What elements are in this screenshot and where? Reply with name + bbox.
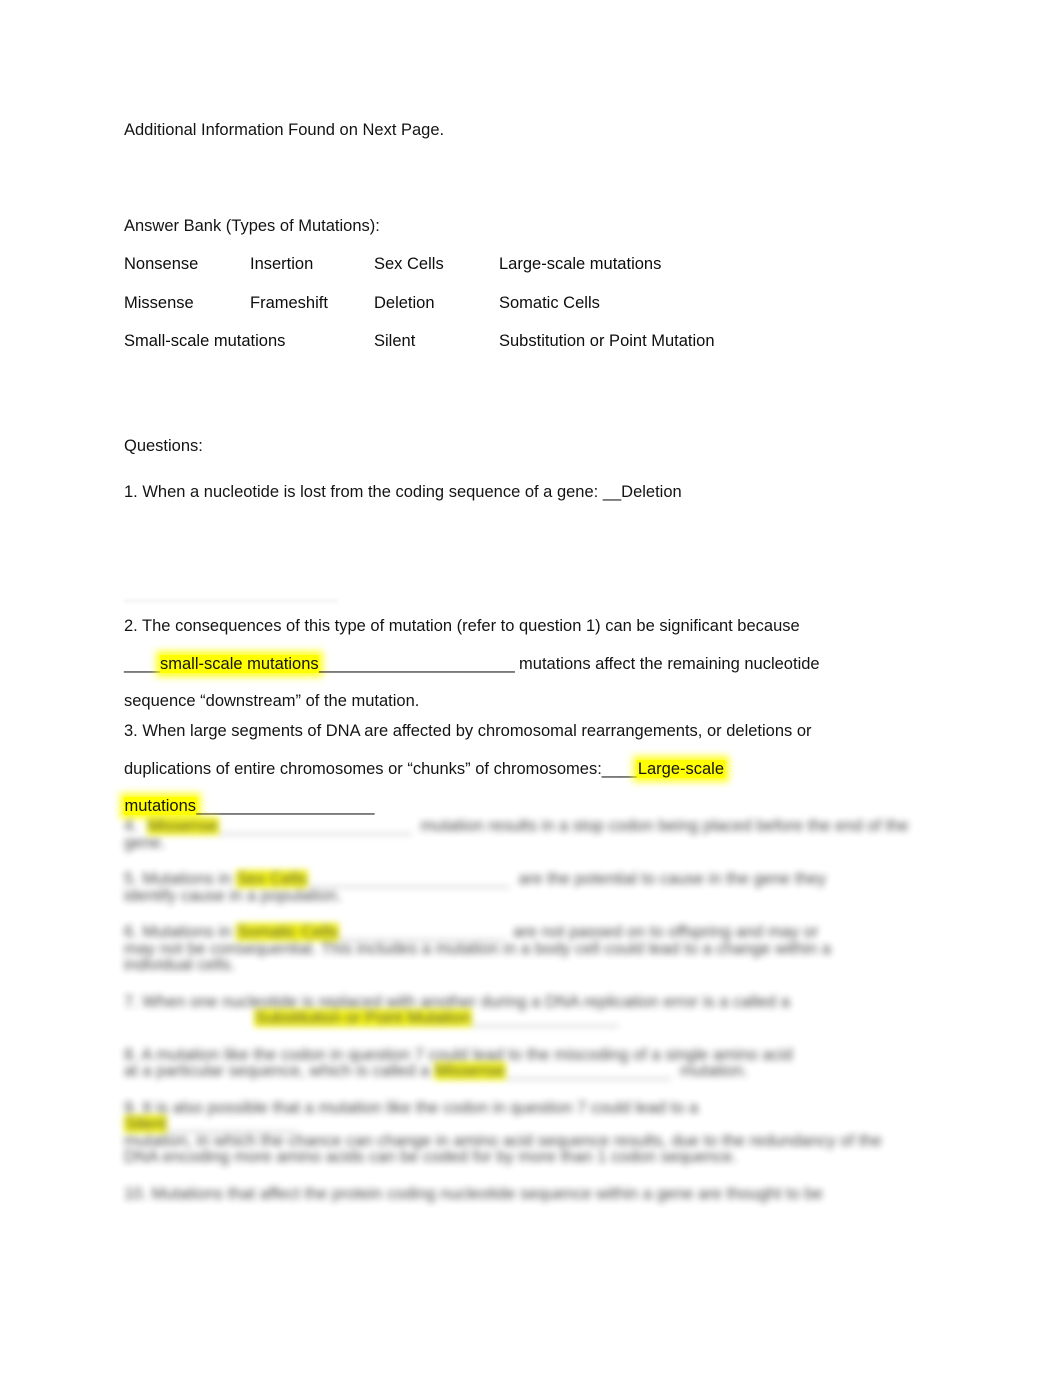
question-3-line-1: 3. When large segments of DNA are affect… <box>124 722 812 740</box>
question-1-text: When a nucleotide is lost from the codin… <box>142 483 682 501</box>
redacted-highlight: Missense <box>434 1062 506 1080</box>
redacted-tail-2: identify cause in a population. <box>124 886 342 905</box>
question-2-blank-lead: ____ <box>124 654 160 673</box>
redacted-highlight: Missense <box>146 817 219 835</box>
redacted-lead: 8. A mutation like the codon in question… <box>124 1045 793 1064</box>
redacted-lead: 5. Mutations in <box>124 870 236 888</box>
question-1: 1. When a nucleotide is lost from the co… <box>124 484 924 501</box>
question-2-line-3: sequence “downstream” of the mutation. <box>124 692 420 710</box>
redacted-tail-2: mutation. <box>680 1062 748 1080</box>
redacted-blank: __________________ <box>505 1062 681 1080</box>
redacted-tail: mutation, in which the chance can change… <box>124 1131 882 1150</box>
question-3-line-2: duplications of entire chromosomes or “c… <box>124 759 924 778</box>
header-note: Additional Information Found on Next Pag… <box>124 121 445 139</box>
redacted-highlight: Somatic Cells <box>235 923 339 941</box>
answer-bank-row: Small-scale mutations Silent Substitutio… <box>124 333 924 350</box>
redacted-lead: 6. Mutations in <box>124 923 236 941</box>
redacted-lead: 10. Mutations that affect the protein co… <box>124 1184 823 1203</box>
redacted-blank: _____________________ <box>218 817 421 835</box>
redacted-line: 5. Mutations in Sex Cells_______________… <box>124 870 924 905</box>
answer-bank-cell: Missense <box>124 293 194 312</box>
answer-bank-cell: Somatic Cells <box>499 293 600 312</box>
redacted-blank: __________________ <box>338 923 514 941</box>
redacted-line: 10. Mutations that affect the protein co… <box>124 1184 924 1203</box>
redacted-lead: 4. <box>124 817 147 835</box>
redacted-highlight: Sex Cells <box>235 870 308 888</box>
faint-horizontal-rule <box>124 600 338 602</box>
redacted-tail: are not passed on to offspring and may o… <box>513 923 819 941</box>
redacted-highlight: Substitution or Point Mutation <box>254 1009 472 1027</box>
answer-bank-cell: Insertion <box>250 255 314 273</box>
redacted-line: 8. A mutation like the codon in question… <box>124 1045 924 1080</box>
question-1-number: 1. <box>124 483 138 501</box>
redacted-blank: ______________________ <box>307 870 519 888</box>
redacted-lead: 7. When one nucleotide is replaced with … <box>124 992 790 1011</box>
document-content: Additional Information Found on Next Pag… <box>124 122 924 522</box>
question-3-blank-trail: ____________________ <box>196 797 375 815</box>
answer-bank-row: Missense Frameshift Deletion Somatic Cel… <box>124 293 924 312</box>
answer-bank-title: Answer Bank (Types of Mutations): <box>124 216 380 235</box>
redacted-blank: ______________ <box>167 1115 296 1133</box>
redacted-lead: 9. It is also possible that a mutation l… <box>124 1098 699 1117</box>
question-2-blank-trail: ______________________ <box>319 654 515 673</box>
answer-bank-cell: Substitution or Point Mutation <box>499 332 715 350</box>
answer-bank-cell: Sex Cells <box>374 255 444 273</box>
redacted-line: 6. Mutations in Somatic Cells___________… <box>124 923 924 974</box>
redacted-line: 7. When one nucleotide is replaced with … <box>124 992 924 1027</box>
redacted-line: 4. Missense_____________________ mutatio… <box>124 817 924 851</box>
redacted-content-region: 4. Missense_____________________ mutatio… <box>124 817 924 1363</box>
answer-bank-cell: Large-scale mutations <box>499 255 662 273</box>
redacted-tail: are the potential to cause in the gene t… <box>518 870 826 888</box>
question-2-answer: small-scale mutations <box>159 654 320 673</box>
questions-heading: Questions: <box>124 436 203 455</box>
question-3-answer-part1: Large-scale <box>637 759 725 778</box>
answer-bank-cell: Small-scale mutations <box>124 332 286 350</box>
question-2-line-1: 2. The consequences of this type of muta… <box>124 617 800 635</box>
answer-bank-cell: Frameshift <box>250 293 328 312</box>
redacted-blank: ________________ <box>471 1009 619 1027</box>
redacted-line: 9. It is also possible that a mutation l… <box>124 1098 924 1166</box>
redacted-tail-2: may not be consequential. This includes … <box>124 939 831 958</box>
answer-bank-row: Nonsense Insertion Sex Cells Large-scale… <box>124 256 924 273</box>
question-3-line-2-lead: duplications of entire chromosomes or “c… <box>124 759 602 778</box>
answer-bank-cell: Nonsense <box>124 255 199 273</box>
answer-bank-cell: Silent <box>374 332 416 350</box>
question-2-block: 2. The consequences of this type of muta… <box>124 618 924 731</box>
question-3-line-3: mutations____________________ <box>124 797 924 815</box>
question-2-line-2: ____small-scale mutations_______________… <box>124 654 924 673</box>
question-3-blank-lead: ____ <box>601 759 638 778</box>
redacted-tail: at a particular sequence, which is calle… <box>124 1062 435 1080</box>
question-3-answer-part2: mutations <box>124 797 197 815</box>
answer-bank-cell: Deletion <box>374 293 435 312</box>
document-page: Additional Information Found on Next Pag… <box>0 0 1062 1377</box>
redacted-tail-3: individual cells. <box>124 956 235 974</box>
question-2-line-2-tail: mutations affect the remaining nucleotid… <box>514 654 820 673</box>
redacted-tail-2: DNA encoding more amino acids can be cod… <box>124 1148 737 1166</box>
redacted-highlight: Silent <box>124 1115 168 1133</box>
